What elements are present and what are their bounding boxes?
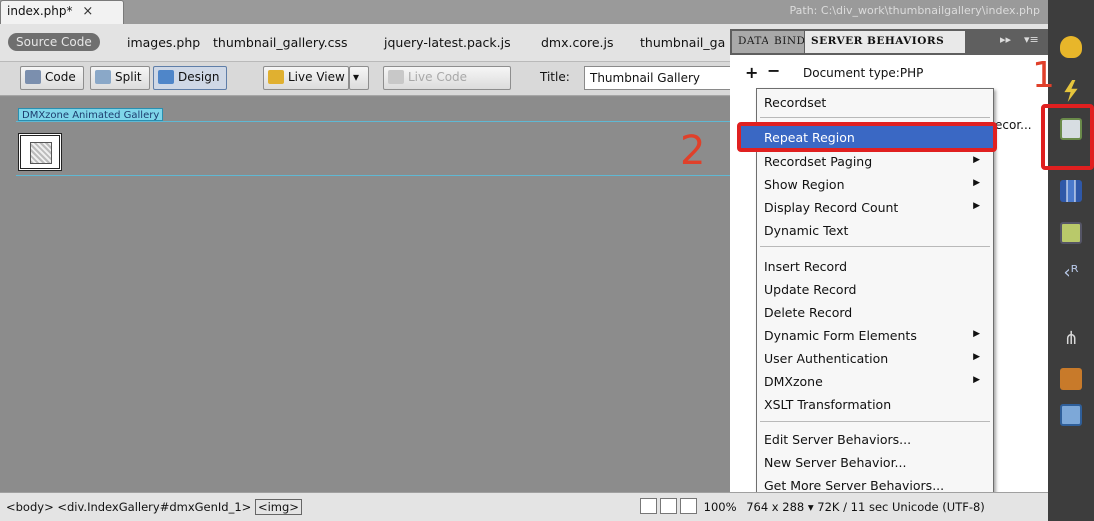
sitemap-icon[interactable]: ⋔ <box>1060 328 1082 350</box>
annotation-number: 2 <box>680 128 706 174</box>
related-file[interactable]: images.php <box>127 35 200 50</box>
pointer-tool-icon[interactable] <box>640 498 657 514</box>
split-icon <box>95 70 111 84</box>
panel-options-icon[interactable]: ▾≡ <box>1024 33 1039 46</box>
code-icon <box>25 70 41 84</box>
image-placeholder-inner <box>30 142 52 164</box>
menu-item-dynamic-form-elements[interactable]: Dynamic Form Elements ▶ <box>764 326 988 346</box>
tag-img[interactable]: <img> <box>254 499 302 515</box>
chevron-down-icon: ▾ <box>353 70 360 84</box>
image-icon[interactable] <box>1060 222 1082 244</box>
menu-item-recordset[interactable]: Recordset <box>764 93 988 113</box>
tab-data[interactable]: DATA <box>732 31 768 53</box>
menu-item-edit-server-behaviors[interactable]: Edit Server Behaviors... <box>764 430 988 450</box>
live-view-button[interactable]: Live View <box>263 66 349 90</box>
document-tab[interactable]: index.php* × <box>0 0 124 24</box>
window-size-info: 764 x 288 ▾ 72K / 11 sec Unicode (UTF-8) <box>746 500 985 514</box>
related-file[interactable]: thumbnail_ga <box>640 35 725 50</box>
submenu-arrow-icon: ▶ <box>973 329 980 339</box>
zoom-tool-icon[interactable] <box>680 498 697 514</box>
related-file[interactable]: dmx.core.js <box>541 35 614 50</box>
menu-item-xslt-transformation[interactable]: XSLT Transformation <box>764 395 988 415</box>
tag-inspector-icon[interactable]: ‹ᴿ <box>1060 262 1082 284</box>
menu-item-dmxzone[interactable]: DMXzone ▶ <box>764 372 988 392</box>
status-right: 100% 764 x 288 ▾ 72K / 11 sec Unicode (U… <box>640 498 985 514</box>
briefcase-icon[interactable] <box>1060 368 1082 390</box>
menu-item-delete-record[interactable]: Delete Record <box>764 303 988 323</box>
source-code-button[interactable]: Source Code <box>8 33 100 51</box>
menu-separator <box>760 117 990 118</box>
code-view-button[interactable]: Code <box>20 66 84 90</box>
add-behavior-button[interactable]: + <box>745 63 758 82</box>
menu-separator <box>760 246 990 247</box>
title-input[interactable]: Thumbnail Gallery <box>584 66 734 90</box>
menu-item-show-region[interactable]: Show Region ▶ <box>764 175 988 195</box>
menu-item-update-record[interactable]: Update Record <box>764 280 988 300</box>
image-placeholder-icon[interactable] <box>18 133 62 171</box>
snippet-icon[interactable] <box>1060 404 1082 426</box>
database-icon[interactable] <box>1060 36 1082 58</box>
submenu-arrow-icon: ▶ <box>973 375 980 385</box>
behavior-list-item[interactable]: ecor... <box>995 118 1032 132</box>
menu-item-dynamic-text[interactable]: Dynamic Text <box>764 221 988 241</box>
document-tab-label: index.php* <box>7 4 73 18</box>
menu-separator <box>760 421 990 422</box>
tag-selector: <body> <div.IndexGallery#dmxGenId_1> <im… <box>6 499 302 515</box>
close-tab-icon[interactable]: × <box>82 4 93 19</box>
remove-behavior-button[interactable]: − <box>767 61 780 80</box>
gallery-label: DMXzone Animated Gallery <box>18 108 164 121</box>
tab-bindings[interactable]: BIND <box>768 31 804 53</box>
related-file[interactable]: thumbnail_gallery.css <box>213 35 348 50</box>
live-view-options-dropdown[interactable]: ▾ <box>349 66 369 90</box>
tab-server-behaviors[interactable]: SERVER BEHAVIORS <box>805 31 965 53</box>
submenu-arrow-icon: ▶ <box>973 155 980 165</box>
repeat-region-highlight-frame <box>737 122 997 152</box>
related-file[interactable]: jquery-latest.pack.js <box>384 35 511 50</box>
menu-item-insert-record[interactable]: Insert Record <box>764 257 988 277</box>
live-code-button[interactable]: Live Code <box>383 66 511 90</box>
title-label: Title: <box>540 70 570 84</box>
menu-item-user-authentication[interactable]: User Authentication ▶ <box>764 349 988 369</box>
expand-panel-icon[interactable]: ▸▸ <box>1000 33 1011 46</box>
design-view-button[interactable]: Design <box>153 66 227 90</box>
live-view-icon <box>268 70 284 84</box>
split-view-button[interactable]: Split <box>90 66 150 90</box>
chart-icon[interactable] <box>1060 180 1082 202</box>
zoom-level[interactable]: 100% <box>704 500 737 514</box>
submenu-arrow-icon: ▶ <box>973 201 980 211</box>
hand-tool-icon[interactable] <box>660 498 677 514</box>
dock-highlight-frame <box>1041 104 1094 170</box>
menu-item-new-server-behavior[interactable]: New Server Behavior... <box>764 453 988 473</box>
menu-item-display-record-count[interactable]: Display Record Count ▶ <box>764 198 988 218</box>
file-path: Path: C:\div_work\thumbnailgallery\index… <box>789 4 1040 17</box>
submenu-arrow-icon: ▶ <box>973 178 980 188</box>
design-icon <box>158 70 174 84</box>
submenu-arrow-icon: ▶ <box>973 352 980 362</box>
tag-div[interactable]: <div.IndexGallery#dmxGenId_1> <box>57 500 251 514</box>
menu-item-recordset-paging[interactable]: Recordset Paging ▶ <box>764 152 988 172</box>
tag-body[interactable]: <body> <box>6 500 54 514</box>
annotation-number: 1 <box>1032 55 1055 96</box>
live-code-icon <box>388 70 404 84</box>
document-type: Document type:PHP <box>803 66 924 80</box>
